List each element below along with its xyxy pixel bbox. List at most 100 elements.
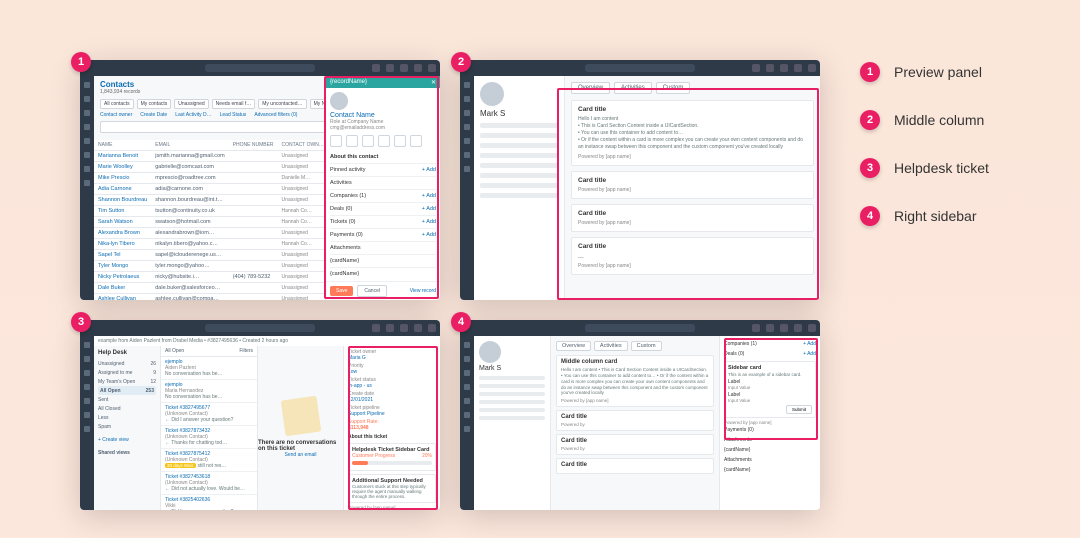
table-row[interactable]: Sapel Telsapel@iclouderenege.us…Unassign…	[94, 250, 328, 261]
more-icon[interactable]	[410, 135, 422, 147]
tab-overview[interactable]: Overview	[556, 341, 591, 351]
cancel-button[interactable]: Cancel	[357, 285, 387, 297]
table-row[interactable]: Marianna Benoitjsmith.marianna@gmail.com…	[94, 151, 328, 162]
sidebar-item[interactable]: Spam	[98, 422, 156, 431]
sidebar-item[interactable]: Sent	[98, 395, 156, 404]
ticket-list-item[interactable]: Ticket #3827875412(Unknown Contact)30 da…	[161, 449, 257, 472]
sidebar-section[interactable]: {cardName}	[724, 465, 816, 475]
col-email[interactable]: EMAIL	[151, 140, 228, 151]
col-phone[interactable]: PHONE NUMBER	[229, 140, 278, 151]
table-row[interactable]: Mike Presciomprescio@roadtree.comDaniell…	[94, 173, 328, 184]
view-chip[interactable]: My contacts	[137, 99, 172, 109]
col-name[interactable]: NAME	[94, 140, 151, 151]
view-chip[interactable]: Needs email f…	[212, 99, 256, 109]
table-row[interactable]: Marie Woolleygabrielle@comcast.comUnassi…	[94, 162, 328, 173]
create-view-link[interactable]: + Create view	[98, 435, 156, 444]
table-row[interactable]: Nicky Petrolaeusnicky@hubsite.i…(404) 78…	[94, 272, 328, 283]
sidebar-item[interactable]: All Closed	[98, 404, 156, 413]
close-icon[interactable]: ✕	[431, 79, 436, 86]
view-chip[interactable]: Unassigned	[174, 99, 208, 109]
col-owner[interactable]: CONTACT OWN…	[278, 140, 328, 151]
table-row[interactable]: Shannon Bourdreaushannon.bourdreau@int.t…	[94, 195, 328, 206]
contact-name[interactable]: Contact Name	[330, 112, 436, 119]
view-chip[interactable]: All contacts	[100, 99, 134, 109]
ticket-list-item[interactable]: Ticket #3825402636Vikki← Did I answer yo…	[161, 495, 257, 510]
table-row[interactable]: Adia Carnoneadia@carnone.comUnassigned	[94, 184, 328, 195]
panel-section[interactable]: Tickets (0)+ Add	[330, 215, 436, 228]
call-icon[interactable]	[362, 135, 374, 147]
sidebar-item[interactable]: My Team's Open12	[98, 377, 156, 386]
left-nav-rail[interactable]	[460, 76, 474, 300]
table-row[interactable]: Ashlee Cullivanashlee.cullivan@compa…Una…	[94, 294, 328, 301]
filter[interactable]: Last Activity D…	[175, 112, 211, 118]
tab-activities[interactable]: Activities	[614, 82, 652, 94]
ticket-list-item[interactable]: Ticket #3827453618(Unknown Contact)← Did…	[161, 472, 257, 495]
filter[interactable]: Create Date	[140, 112, 167, 118]
contact-name[interactable]: Mark S	[479, 365, 545, 372]
left-nav-rail[interactable]	[80, 336, 94, 510]
filters-link[interactable]: Filters	[239, 348, 253, 354]
titlebar	[460, 320, 820, 336]
ticket-list-item[interactable]: Ticket #3827873432(Unknown Contact)← Tha…	[161, 426, 257, 449]
legend-label: Preview panel	[894, 64, 982, 80]
tab-activities[interactable]: Activities	[594, 341, 628, 351]
panel-section[interactable]: Companies (1)+ Add	[330, 189, 436, 202]
badge-3: 3	[71, 312, 91, 332]
record-left-column: Mark S	[474, 336, 551, 510]
panel-section[interactable]: Pinned activity+ Add	[330, 163, 436, 176]
global-search[interactable]	[585, 64, 695, 72]
sidebar-section[interactable]: {cardName}	[724, 445, 816, 455]
record-left-column: Mark S	[474, 76, 565, 300]
global-search[interactable]	[205, 324, 315, 332]
save-button[interactable]: Save	[330, 286, 353, 296]
conversation-panel: There are no conversations on this ticke…	[258, 346, 343, 510]
global-search[interactable]	[205, 64, 315, 72]
task-icon[interactable]	[378, 135, 390, 147]
tab-custom[interactable]: Custom	[631, 341, 662, 351]
panel-section[interactable]: {cardName}	[330, 254, 436, 267]
submit-button[interactable]: Submit	[786, 405, 812, 414]
legend-label: Middle column	[894, 112, 984, 128]
view-record-link[interactable]: View record	[410, 288, 436, 294]
table-row[interactable]: Nika-lyn Tiberonikalyn.tibero@yahoo.c…Ha…	[94, 239, 328, 250]
left-nav-rail[interactable]	[80, 76, 94, 300]
panel-section[interactable]: Payments (0)+ Add	[330, 228, 436, 241]
sidebar-section[interactable]: Payments (0)	[724, 425, 816, 435]
sidebar-item[interactable]: Less	[98, 413, 156, 422]
advanced-filters[interactable]: Advanced filters (0)	[254, 112, 297, 118]
panel-section[interactable]: {cardName}	[330, 267, 436, 280]
ticket-list-item[interactable]: ejemploAiden PazlentNo conversation has …	[161, 357, 257, 380]
tab-custom[interactable]: Custom	[656, 82, 691, 94]
email-icon[interactable]	[346, 135, 358, 147]
sidebar-item[interactable]: All Open253	[98, 386, 156, 395]
action-icons	[330, 135, 436, 147]
sidebar-section[interactable]: Attachments	[724, 455, 816, 465]
table-row[interactable]: Dale Bukerdale.buker@salesforceo…Unassig…	[94, 283, 328, 294]
ticket-list-item[interactable]: Ticket #3827495677(Unknown Contact)← Did…	[161, 403, 257, 426]
table-row[interactable]: Tyler Mongotyler.mongo@yahoo…Unassigned	[94, 261, 328, 272]
contact-name[interactable]: Mark S	[480, 109, 558, 118]
table-row[interactable]: Alexandra Brownalexandrabrown@iom…Unassi…	[94, 228, 328, 239]
table-row[interactable]: Sarah Watsonswatson@hotmail.comHannah Co…	[94, 217, 328, 228]
table-row[interactable]: Tim Suttontsutton@continuity.co.ukHannah…	[94, 206, 328, 217]
panel-section[interactable]: Attachments	[330, 241, 436, 254]
titlebar	[80, 320, 440, 336]
middle-card: Card titlePowered by [app name]	[571, 171, 814, 199]
note-icon[interactable]	[330, 135, 342, 147]
panel-section[interactable]: Deals (0)+ Add	[330, 202, 436, 215]
send-email-link[interactable]: Send an email	[285, 452, 317, 458]
meeting-icon[interactable]	[394, 135, 406, 147]
global-search[interactable]	[585, 324, 695, 332]
view-chip[interactable]: My uncontacted…	[258, 99, 306, 109]
tab-overview[interactable]: Overview	[571, 82, 610, 94]
sidebar-item[interactable]: Unassigned26	[98, 359, 156, 368]
filter[interactable]: Lead Status	[220, 112, 247, 118]
ticket-list-item[interactable]: ejemploMaria HernandezNo conversation ha…	[161, 380, 257, 403]
filter[interactable]: Contact owner	[100, 112, 132, 118]
panel-section[interactable]: Activities	[330, 176, 436, 189]
left-nav-rail[interactable]	[460, 336, 474, 510]
sidebar-item[interactable]: Assigned to me9	[98, 368, 156, 377]
contact-email[interactable]: cmg@emailaddress.com	[330, 125, 436, 131]
about-heading: About this contact	[330, 154, 378, 160]
sidebar-section[interactable]: Attachments	[724, 435, 816, 445]
